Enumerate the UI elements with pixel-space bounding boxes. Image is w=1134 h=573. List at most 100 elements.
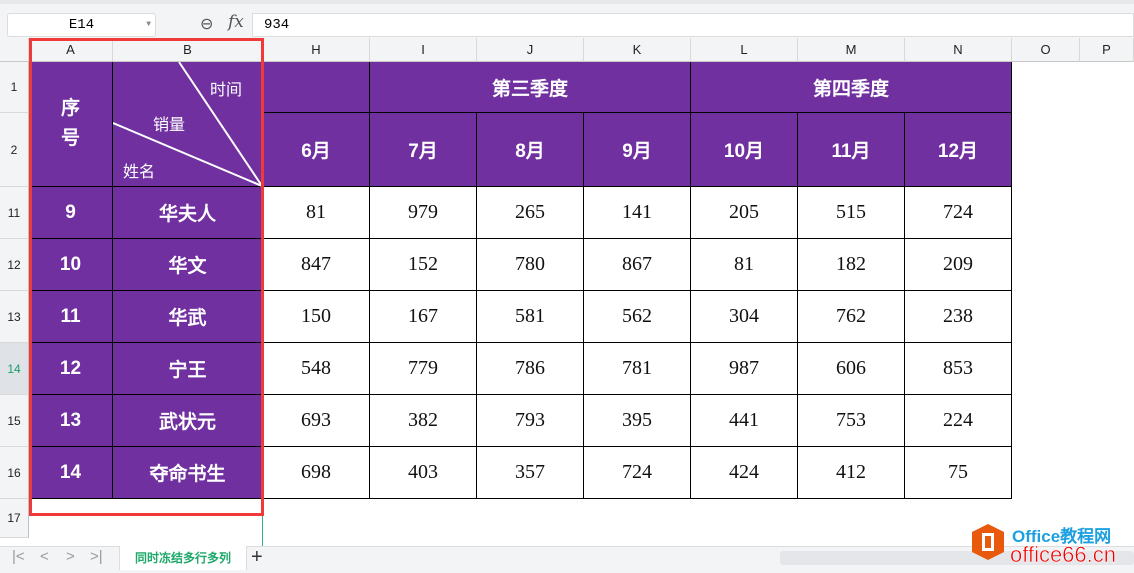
data-cell[interactable]: 606 — [798, 343, 905, 395]
data-cell[interactable]: 205 — [691, 187, 798, 239]
data-cell[interactable]: 562 — [584, 291, 691, 343]
row-header-11[interactable]: 11 — [0, 187, 29, 239]
data-cell[interactable]: 81 — [263, 187, 370, 239]
column-header-I[interactable]: I — [370, 38, 477, 62]
row-header-13[interactable]: 13 — [0, 291, 29, 343]
month-header: 12月 — [905, 113, 1012, 187]
row-id[interactable]: 14 — [29, 447, 113, 499]
data-cell[interactable]: 403 — [370, 447, 477, 499]
data-cell[interactable]: 395 — [584, 395, 691, 447]
name-label: 姓名 — [123, 164, 156, 181]
seq-header-text: 序号 — [60, 98, 80, 149]
column-header-L[interactable]: L — [691, 38, 798, 62]
column-header-J[interactable]: J — [477, 38, 584, 62]
data-cell[interactable]: 753 — [798, 395, 905, 447]
row-name[interactable]: 武状元 — [113, 395, 263, 447]
data-cell[interactable]: 548 — [263, 343, 370, 395]
data-cell[interactable]: 581 — [477, 291, 584, 343]
data-cell[interactable]: 412 — [798, 447, 905, 499]
data-cell[interactable]: 867 — [584, 239, 691, 291]
row-id[interactable]: 12 — [29, 343, 113, 395]
data-cell[interactable]: 779 — [370, 343, 477, 395]
column-header-H[interactable]: H — [263, 38, 370, 62]
data-cell[interactable]: 847 — [263, 239, 370, 291]
prev-sheet-icon[interactable]: < — [40, 548, 49, 565]
diagonal-header: 时间 销量 姓名 — [113, 62, 263, 187]
data-cell[interactable]: 780 — [477, 239, 584, 291]
row-header-2[interactable]: 2 — [0, 113, 29, 187]
row-name[interactable]: 宁王 — [113, 343, 263, 395]
data-cell[interactable]: 75 — [905, 447, 1012, 499]
last-sheet-icon[interactable]: >| — [90, 548, 103, 565]
column-header-B[interactable]: B — [113, 38, 263, 62]
sheet-tab[interactable]: 同时冻结多行多列 — [119, 546, 247, 570]
column-header-O[interactable]: O — [1012, 38, 1080, 62]
data-cell[interactable]: 182 — [798, 239, 905, 291]
row-header-14[interactable]: 14 — [0, 343, 29, 395]
data-cell[interactable]: 698 — [263, 447, 370, 499]
formula-input[interactable]: 934 — [252, 13, 1134, 37]
data-cell[interactable]: 853 — [905, 343, 1012, 395]
data-cell[interactable]: 724 — [584, 447, 691, 499]
row-name[interactable]: 华武 — [113, 291, 263, 343]
data-cell[interactable]: 693 — [263, 395, 370, 447]
sales-label: 销量 — [153, 117, 186, 134]
name-box[interactable]: E14 ▼ — [7, 13, 156, 37]
data-cell[interactable]: 781 — [584, 343, 691, 395]
data-cell[interactable]: 979 — [370, 187, 477, 239]
data-cell[interactable]: 987 — [691, 343, 798, 395]
data-cell[interactable]: 265 — [477, 187, 584, 239]
row-header-12[interactable]: 12 — [0, 239, 29, 291]
zoom-out-icon[interactable]: ⊖ — [200, 14, 213, 34]
month-header: 6月 — [263, 113, 370, 187]
column-header-P[interactable]: P — [1080, 38, 1134, 62]
data-cell[interactable]: 167 — [370, 291, 477, 343]
name-box-value: E14 — [68, 17, 95, 33]
month-header: 10月 — [691, 113, 798, 187]
first-sheet-icon[interactable]: |< — [12, 548, 25, 565]
data-cell[interactable]: 441 — [691, 395, 798, 447]
data-cell[interactable]: 382 — [370, 395, 477, 447]
row-name[interactable]: 夺命书生 — [113, 447, 263, 499]
freeze-line — [262, 516, 263, 546]
chevron-down-icon[interactable]: ▼ — [146, 14, 151, 36]
next-sheet-icon[interactable]: > — [66, 548, 75, 565]
data-cell[interactable]: 238 — [905, 291, 1012, 343]
q3-header: 第三季度 — [370, 62, 691, 113]
row-id[interactable]: 13 — [29, 395, 113, 447]
select-all-corner[interactable] — [0, 38, 29, 62]
row-header-17[interactable]: 17 — [0, 499, 29, 538]
data-cell[interactable]: 762 — [798, 291, 905, 343]
data-cell[interactable]: 150 — [263, 291, 370, 343]
row-name[interactable]: 华文 — [113, 239, 263, 291]
data-cell[interactable]: 141 — [584, 187, 691, 239]
row-id[interactable]: 11 — [29, 291, 113, 343]
column-header-M[interactable]: M — [798, 38, 905, 62]
data-cell[interactable]: 724 — [905, 187, 1012, 239]
data-cell[interactable]: 786 — [477, 343, 584, 395]
data-cell[interactable]: 224 — [905, 395, 1012, 447]
month-header: 11月 — [798, 113, 905, 187]
row-header-16[interactable]: 16 — [0, 447, 29, 499]
column-header-N[interactable]: N — [905, 38, 1012, 62]
data-cell[interactable]: 515 — [798, 187, 905, 239]
row-header-15[interactable]: 15 — [0, 395, 29, 447]
header-h-blank — [263, 62, 370, 113]
row-id[interactable]: 10 — [29, 239, 113, 291]
data-cell[interactable]: 209 — [905, 239, 1012, 291]
data-cell[interactable]: 304 — [691, 291, 798, 343]
row-name[interactable]: 华夫人 — [113, 187, 263, 239]
watermark-logo: Office教程网 office66.cn — [970, 522, 1130, 568]
data-cell[interactable]: 81 — [691, 239, 798, 291]
add-sheet-icon[interactable]: + — [251, 546, 263, 569]
data-cell[interactable]: 793 — [477, 395, 584, 447]
data-cell[interactable]: 152 — [370, 239, 477, 291]
row-id[interactable]: 9 — [29, 187, 113, 239]
column-header-A[interactable]: A — [29, 38, 113, 62]
data-cell[interactable]: 424 — [691, 447, 798, 499]
fx-icon[interactable]: fx — [228, 12, 244, 32]
svg-text:office66.cn: office66.cn — [1010, 542, 1116, 567]
column-header-K[interactable]: K — [584, 38, 691, 62]
row-header-1[interactable]: 1 — [0, 62, 29, 113]
data-cell[interactable]: 357 — [477, 447, 584, 499]
